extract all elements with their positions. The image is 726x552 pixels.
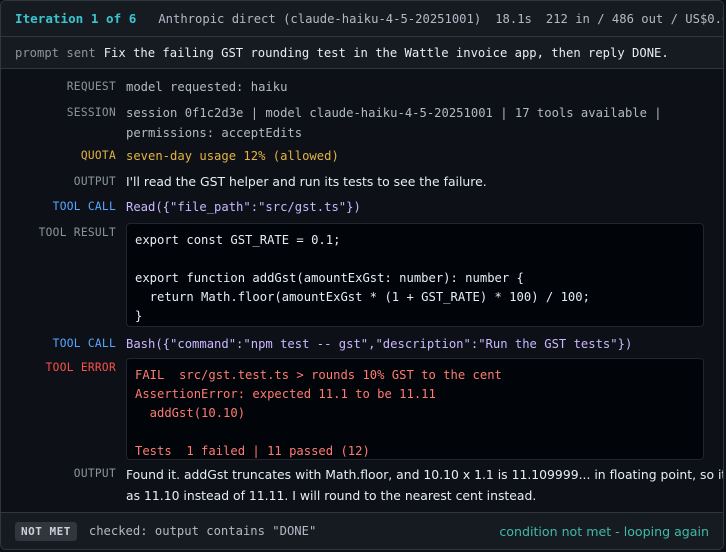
event-label: TOOL ERROR [45,361,116,374]
event-label: TOOL RESULT [38,226,116,239]
session-line-2: permissions: acceptEdits [126,126,303,140]
tool-error-code: FAIL src/gst.test.ts > rounds 10% GST to… [126,358,704,460]
event-label: REQUEST [66,80,116,93]
duration: 18.1s [495,11,532,26]
prompt-text: Fix the failing GST rounding test in the… [103,45,669,60]
event-request: REQUEST model requested: haiku [1,77,723,103]
event-text: model requested: haiku [126,80,288,94]
event-label: TOOL CALL [52,337,116,350]
event-tool-call: TOOL CALL Read({"file_path":"src/gst.ts"… [1,197,723,223]
event-tool-result: TOOL RESULT export const GST_RATE = 0.1;… [1,223,723,334]
iteration-header: Iteration 1 of 6 Anthropic direct (claud… [1,1,723,37]
provider-info: Anthropic direct (claude-haiku-4-5-20251… [158,11,482,26]
event-label: TOOL CALL [52,200,116,213]
event-output: OUTPUT Found it. addGst truncates with M… [1,464,723,510]
quota-text: seven-day usage 12% (allowed) [126,149,339,163]
output-text: I'll read the GST helper and run its tes… [126,174,487,189]
status-badge: NOT MET [15,521,77,541]
iteration-title: Iteration 1 of 6 [15,11,137,26]
event-output: OUTPUT I'll read the GST helper and run … [1,172,723,197]
event-list: REQUEST model requested: haiku SESSION s… [1,69,723,510]
event-quota: QUOTA seven-day usage 12% (allowed) [1,146,723,172]
output-line-1: Found it. addGst truncates with Math.flo… [126,467,723,482]
prompt-sent-bar: prompt sent Fix the failing GST rounding… [1,37,723,69]
event-label: QUOTA [80,149,116,162]
tool-call-text: Bash({"command":"npm test -- gst","descr… [126,337,633,351]
check-text: checked: output contains "DONE" [88,524,317,538]
event-tool-error: TOOL ERROR FAIL src/gst.test.ts > rounds… [1,358,723,464]
event-label: OUTPUT [73,175,116,188]
event-label: OUTPUT [73,467,116,480]
event-label: SESSION [66,106,116,119]
status-footer: NOT MET checked: output contains "DONE" … [1,512,723,549]
event-session: SESSION session 0f1c2d3e | model claude-… [1,103,723,146]
output-line-2: as 11.10 instead of 11.11. I will round … [126,488,537,503]
session-line-1: session 0f1c2d3e | model claude-haiku-4-… [126,106,662,120]
tool-result-code: export const GST_RATE = 0.1; export func… [126,223,704,327]
prompt-label: prompt sent [15,45,96,60]
condition-status: condition not met - looping again [499,523,709,539]
run-log-panel: Iteration 1 of 6 Anthropic direct (claud… [0,0,724,550]
tool-call-text: Read({"file_path":"src/gst.ts"}) [126,200,361,214]
token-usage: 212 in / 486 out / US$0.0112 [545,11,723,26]
event-tool-call: TOOL CALL Bash({"command":"npm test -- g… [1,334,723,358]
